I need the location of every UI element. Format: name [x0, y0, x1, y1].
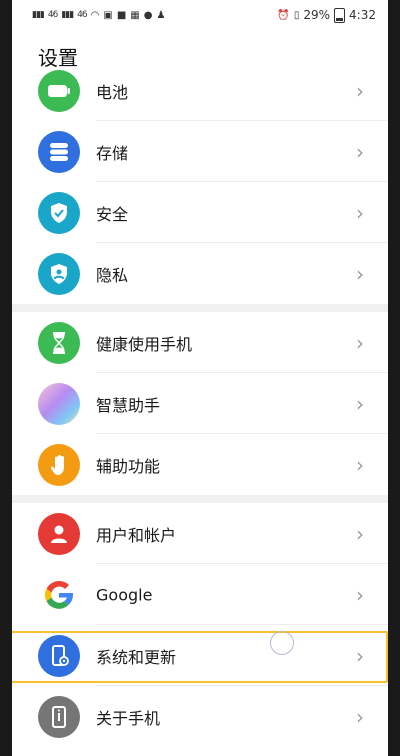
- settings-item-label: 系统和更新: [96, 647, 177, 667]
- user-icon: [38, 512, 80, 555]
- settings-item-digital-balance[interactable]: 健康使用手机 ›: [12, 312, 388, 373]
- settings-item-accessibility[interactable]: 辅助功能 ›: [12, 434, 388, 495]
- privacy-icon: [38, 252, 80, 295]
- settings-item-battery[interactable]: 电池 ›: [12, 60, 388, 121]
- section-gap: [12, 304, 388, 312]
- section-gap: [12, 495, 388, 503]
- settings-item-label: 健康使用手机: [96, 334, 193, 354]
- clock: 4:32: [349, 8, 376, 22]
- google-icon: [38, 573, 80, 616]
- touch-indicator: [270, 631, 294, 655]
- settings-item-label: 用户和帐户: [96, 525, 177, 545]
- assistant-icon: [38, 382, 80, 425]
- chevron-right-icon: ›: [356, 139, 364, 164]
- settings-item-label: 安全: [96, 204, 129, 224]
- chevron-right-icon: ›: [356, 704, 364, 729]
- alarm-icon: ⏰: [277, 9, 290, 21]
- settings-item-label: 智慧助手: [96, 395, 161, 415]
- chevron-right-icon: ›: [356, 200, 364, 225]
- chevron-right-icon: ›: [356, 261, 364, 286]
- settings-item-label: 关于手机: [96, 708, 161, 728]
- signal-icon: ▮▮▮: [32, 10, 45, 20]
- chevron-right-icon: ›: [356, 521, 364, 546]
- qq-icon: ♟: [156, 9, 166, 21]
- status-bar: ▮▮▮ 46 ▮▮▮ 46 ◠ ▣ ■ ▦ ● ♟ ⏰ ▯ 29% 4:32: [12, 0, 388, 30]
- system-update-icon: [38, 634, 80, 677]
- chevron-right-icon: ›: [356, 582, 364, 607]
- wifi-icon: ◠: [90, 9, 100, 21]
- network-type-2: 46: [77, 10, 88, 20]
- settings-item-google[interactable]: Google ›: [12, 564, 388, 625]
- vibrate-icon: ▯: [293, 9, 300, 21]
- phone-info-icon: [38, 695, 80, 738]
- settings-item-about-phone[interactable]: 关于手机 ›: [12, 686, 388, 747]
- chevron-right-icon: ›: [356, 452, 364, 477]
- chevron-right-icon: ›: [356, 643, 364, 668]
- chevron-right-icon: ›: [356, 330, 364, 355]
- storage-icon: [38, 130, 80, 173]
- network-type-1: 46: [47, 10, 59, 20]
- settings-item-privacy[interactable]: 隐私 ›: [12, 243, 388, 304]
- hand-icon: [38, 443, 80, 486]
- battery-icon: [38, 69, 80, 112]
- settings-item-label: 电池: [96, 82, 129, 102]
- chevron-right-icon: ›: [356, 391, 364, 416]
- hourglass-icon: [38, 321, 80, 364]
- signal-icon-2: ▮▮▮: [61, 10, 74, 20]
- settings-item-label: Google: [96, 585, 153, 604]
- settings-item-users-accounts[interactable]: 用户和帐户 ›: [12, 503, 388, 564]
- video-icon: ■: [116, 9, 127, 21]
- settings-item-label: 辅助功能: [96, 456, 161, 476]
- settings-item-smart-assistant[interactable]: 智慧助手 ›: [12, 373, 388, 434]
- shield-icon: [38, 191, 80, 234]
- settings-item-label: 存储: [96, 143, 129, 163]
- notification-icon: ▣: [103, 9, 113, 21]
- settings-item-security[interactable]: 安全 ›: [12, 182, 388, 243]
- chevron-right-icon: ›: [356, 78, 364, 103]
- settings-item-system-updates[interactable]: 系统和更新 ›: [12, 625, 388, 686]
- battery-status-icon: [334, 7, 346, 23]
- image-icon: ▦: [130, 9, 140, 21]
- settings-item-storage[interactable]: 存储 ›: [12, 121, 388, 182]
- battery-percent: 29%: [303, 8, 331, 22]
- settings-screen: ▮▮▮ 46 ▮▮▮ 46 ◠ ▣ ■ ▦ ● ♟ ⏰ ▯ 29% 4:32 设…: [12, 0, 388, 756]
- settings-item-label: 隐私: [96, 265, 129, 285]
- wechat-icon: ●: [143, 9, 153, 21]
